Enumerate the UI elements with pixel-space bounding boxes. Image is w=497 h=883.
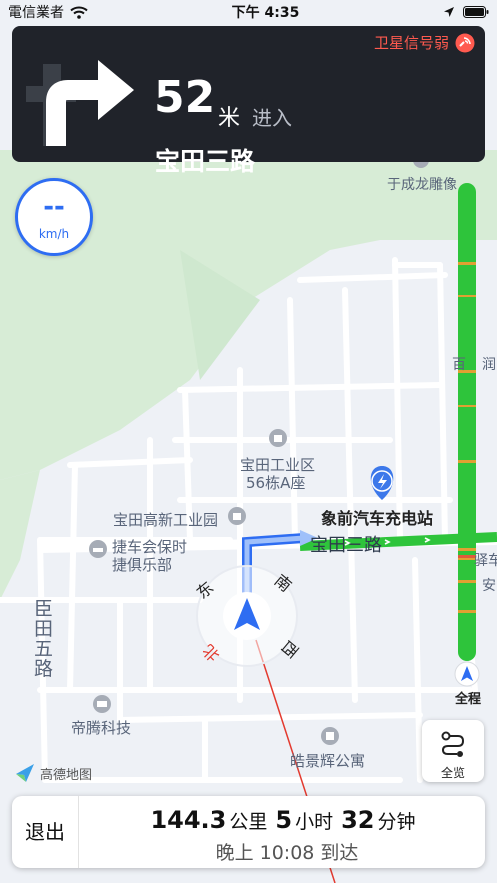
map-label-building: 56栋A座: [246, 474, 306, 492]
poi-building-icon: [228, 507, 246, 525]
clock: 下午 4:35: [231, 5, 300, 21]
map-label-edge: 百: [452, 357, 466, 373]
amap-logo: 高德地图: [14, 762, 92, 784]
poi-building-icon: [269, 429, 287, 447]
remaining-distance: 144.3: [150, 806, 227, 834]
turn-action: 进入: [252, 106, 292, 130]
trip-info-bar: 退出 144.3 公里 5 小时 32 分钟 晚上 10:08 到达: [12, 796, 485, 868]
poi-office-icon: [93, 695, 111, 713]
guidance-panel[interactable]: 52 米 进入 宝田三路 卫星信号弱: [12, 26, 485, 176]
map-label-road: 宝田三路: [310, 535, 382, 556]
map-label-porsche-club-line2: 捷俱乐部: [112, 556, 173, 574]
trip-summary: 144.3 公里 5 小时 32 分钟: [92, 806, 482, 834]
turn-right-icon: [26, 60, 134, 146]
map-label-statue: 于成龙雕像: [387, 177, 457, 193]
overview-button[interactable]: 全览: [422, 720, 484, 782]
gps-weak-warning[interactable]: 卫星信号弱: [374, 32, 475, 53]
wifi-icon: [70, 6, 88, 19]
battery-icon: [462, 6, 489, 18]
speed-value: --: [43, 192, 65, 222]
speed-indicator: -- km/h: [15, 178, 93, 256]
remaining-minutes: 32: [341, 806, 375, 834]
distance-unit: 公里: [229, 811, 268, 833]
map-label-edge: 安: [482, 578, 496, 594]
map-label-edge: 驿车: [474, 553, 497, 569]
map-label-charging-station: 象前汽车充电站: [321, 509, 434, 528]
minutes-unit: 分钟: [377, 811, 416, 833]
route-overview-icon: [441, 731, 465, 757]
satellite-icon: [455, 33, 475, 52]
map-label-road-vertical: 路: [34, 658, 54, 680]
speed-unit: km/h: [38, 227, 70, 241]
map-label-edge: 润: [482, 357, 496, 373]
amap-logo-text: 高德地图: [40, 767, 93, 783]
next-road-name: 宝田三路: [155, 147, 256, 176]
status-bar: 電信業者 下午 4:35: [0, 0, 497, 24]
car-position-icon: [223, 592, 271, 640]
map-label-diteng: 帝腾科技: [71, 719, 132, 737]
exit-navigation-button[interactable]: 退出: [12, 796, 79, 868]
gps-warning-label: 卫星信号弱: [373, 34, 449, 52]
remaining-hours: 5: [275, 806, 293, 834]
poi-car-icon: [89, 540, 107, 558]
map-label-haojing: 皓景辉公寓: [290, 752, 366, 770]
hours-unit: 小时: [295, 811, 334, 833]
arrival-time: 晚上 10:08 到达: [215, 842, 359, 864]
distance-unit: 米: [218, 106, 241, 131]
full-route-label: 全程: [454, 692, 481, 707]
poi-apartment-icon: [321, 727, 339, 745]
location-arrow-icon: [443, 7, 454, 17]
progress-marker-icon: [454, 661, 480, 687]
overview-label: 全览: [440, 766, 465, 780]
amap-logo-icon: [16, 764, 34, 782]
map-label-hitech-park: 宝田高新工业园: [113, 511, 219, 529]
distance-to-turn: 52: [154, 72, 216, 123]
carrier-label: 電信業者: [8, 5, 64, 21]
